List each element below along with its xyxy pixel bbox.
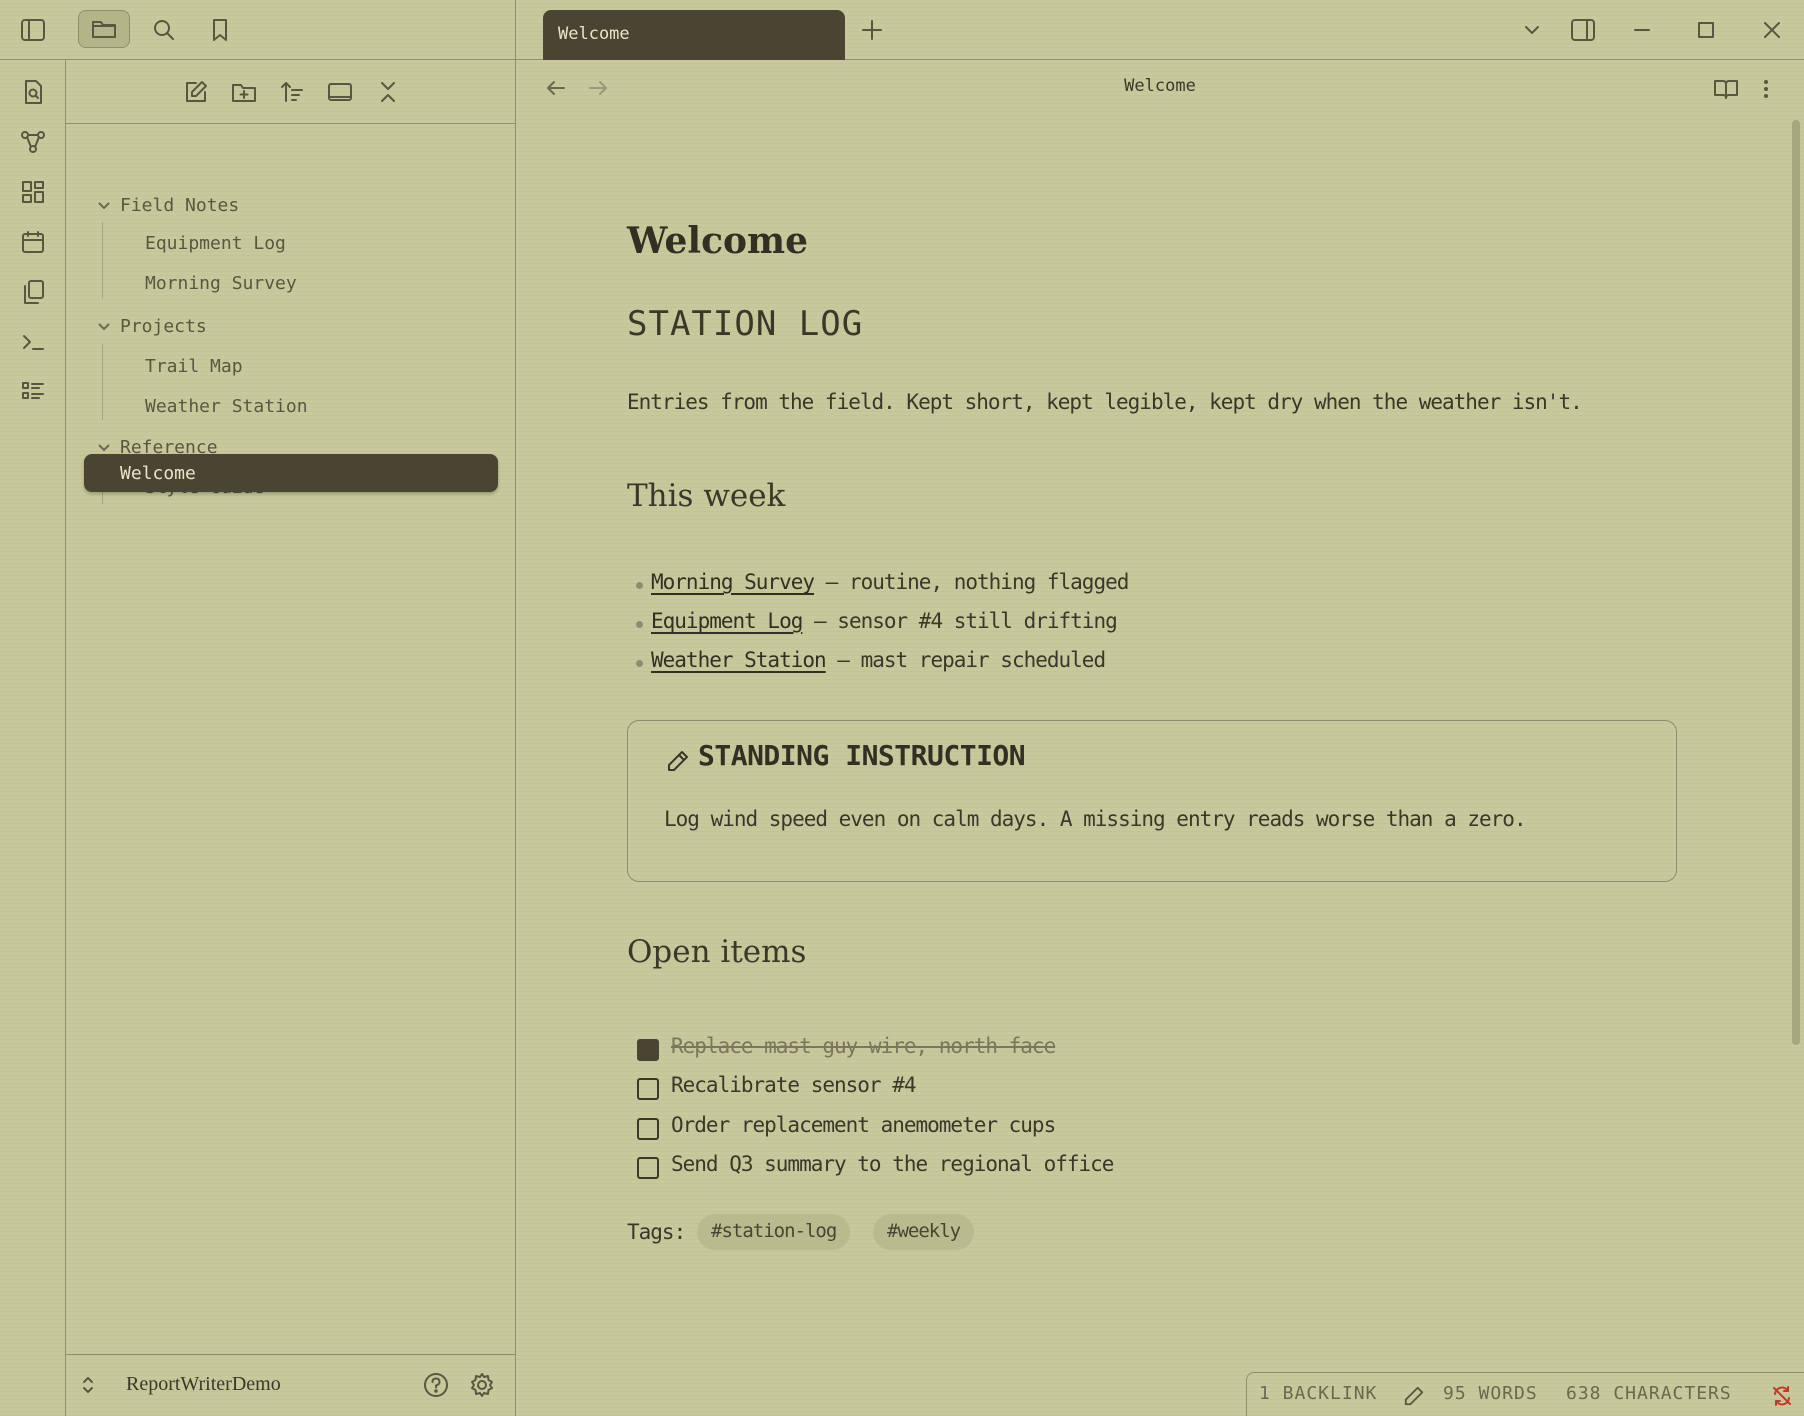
intro-paragraph: Entries from the field. Kept short, kept… xyxy=(627,390,1583,414)
folder-projects[interactable]: Projects xyxy=(98,307,207,345)
terminal-icon[interactable] xyxy=(17,326,49,358)
task-checkbox[interactable] xyxy=(637,1078,659,1100)
file-welcome[interactable]: Welcome xyxy=(84,454,498,492)
list-item: Morning Survey — routine, nothing flagge… xyxy=(636,570,1130,594)
file-label: Welcome xyxy=(120,462,196,484)
file-label: Morning Survey xyxy=(145,272,297,294)
view-header: Welcome xyxy=(516,60,1804,112)
collapse-all-icon[interactable] xyxy=(372,76,404,108)
task-checkbox[interactable] xyxy=(637,1157,659,1179)
character-count: 638 CHARACTERS xyxy=(1566,1383,1732,1404)
task-text: Order replacement anemometer cups xyxy=(671,1113,1056,1137)
list-item-text: — routine, nothing flagged xyxy=(814,570,1130,594)
tag-station-log[interactable]: #station-log xyxy=(697,1214,851,1250)
folder-label: Field Notes xyxy=(120,194,240,216)
bullet-dot xyxy=(636,621,643,628)
list-item-text: — mast repair scheduled xyxy=(825,648,1106,672)
callout-body: Log wind speed even on calm days. A miss… xyxy=(664,807,1527,831)
tag-weekly[interactable]: #weekly xyxy=(873,1214,975,1250)
files-tab-button[interactable] xyxy=(78,10,130,48)
file-weather-station[interactable]: Weather Station xyxy=(145,387,308,425)
file-explorer: Field Notes Equipment Log Morning Survey… xyxy=(66,60,516,1416)
note-title: Welcome xyxy=(627,220,809,262)
pencil-icon xyxy=(664,747,692,775)
file-equipment-log[interactable]: Equipment Log xyxy=(145,224,286,262)
toggle-sidebar-icon[interactable] xyxy=(16,14,50,46)
gear-icon[interactable] xyxy=(466,1369,498,1401)
task-checkbox[interactable] xyxy=(637,1118,659,1140)
tab-welcome[interactable]: Welcome xyxy=(543,10,845,60)
graph-view-icon[interactable] xyxy=(17,126,49,158)
new-folder-icon[interactable] xyxy=(228,76,260,108)
indent-guide xyxy=(102,222,103,298)
copy-files-icon[interactable] xyxy=(17,276,49,308)
tab-list-chevron-down-icon[interactable] xyxy=(1518,16,1546,44)
close-icon[interactable] xyxy=(1756,14,1788,46)
this-week-heading: This week xyxy=(627,478,786,514)
list-item: Weather Station — mast repair scheduled xyxy=(636,648,1106,672)
task-checkbox-checked[interactable] xyxy=(637,1039,659,1061)
canvas-icon[interactable] xyxy=(17,176,49,208)
chevron-down-icon xyxy=(98,323,110,331)
calendar-icon[interactable] xyxy=(17,226,49,258)
quick-switcher-icon[interactable] xyxy=(17,76,49,108)
tab-label: Welcome xyxy=(558,24,630,44)
indent-guide xyxy=(102,344,103,420)
vault-name[interactable]: ReportWriterDemo xyxy=(126,1373,281,1396)
left-ribbon xyxy=(0,60,66,1416)
search-icon[interactable] xyxy=(148,14,180,46)
sync-error-icon[interactable] xyxy=(1769,1383,1795,1409)
new-note-icon[interactable] xyxy=(180,76,212,108)
reading-view-book-icon[interactable] xyxy=(1710,74,1742,104)
task-text: Send Q3 summary to the regional office xyxy=(671,1152,1114,1176)
internal-link-equipment-log[interactable]: Equipment Log xyxy=(651,609,803,633)
file-trail-map[interactable]: Trail Map xyxy=(145,347,243,385)
task-text: Recalibrate sensor #4 xyxy=(671,1073,917,1097)
list-item: Equipment Log — sensor #4 still drifting xyxy=(636,609,1118,633)
vault-footer: ReportWriterDemo xyxy=(66,1354,516,1416)
open-items-heading: Open items xyxy=(627,934,807,970)
bullet-dot xyxy=(636,660,643,667)
file-label: Equipment Log xyxy=(145,232,286,254)
editor-pane: Welcome Welcome STATION LOG Entries from… xyxy=(516,60,1804,1416)
tags-row: Tags: #station-log #weekly xyxy=(627,1214,975,1250)
minimize-icon[interactable] xyxy=(1626,14,1658,46)
internal-link-weather-station[interactable]: Weather Station xyxy=(651,648,827,672)
status-bar: 1 BACKLINK 95 WORDS 638 CHARACTERS xyxy=(1246,1372,1804,1416)
bookmark-icon[interactable] xyxy=(204,14,236,46)
new-tab-icon[interactable] xyxy=(858,16,886,44)
list-item-text: — sensor #4 still drifting xyxy=(802,609,1118,633)
view-title: Welcome xyxy=(1124,76,1196,96)
maximize-icon[interactable] xyxy=(1690,14,1722,46)
toggle-right-sidebar-icon[interactable] xyxy=(1566,14,1600,46)
bullet-dot xyxy=(636,582,643,589)
edit-mode-pencil-icon[interactable] xyxy=(1401,1383,1427,1409)
sort-icon[interactable] xyxy=(276,76,308,108)
internal-link-morning-survey[interactable]: Morning Survey xyxy=(651,570,815,594)
task-text: Replace mast guy-wire, north face xyxy=(671,1034,1056,1058)
folder-icon xyxy=(92,21,116,38)
title-bar: Welcome xyxy=(0,0,1804,60)
file-morning-survey[interactable]: Morning Survey xyxy=(145,264,297,302)
scrollbar[interactable] xyxy=(1792,120,1800,1045)
chevron-down-icon xyxy=(98,202,110,210)
auto-reveal-icon[interactable] xyxy=(324,76,356,108)
callout-standing-instruction: STANDING INSTRUCTION Log wind speed even… xyxy=(627,720,1677,882)
callout-title: STANDING INSTRUCTION xyxy=(698,739,1026,772)
help-icon[interactable] xyxy=(420,1369,452,1401)
more-options-icon[interactable] xyxy=(1756,74,1776,104)
note-heading: STATION LOG xyxy=(627,304,864,344)
backlink-count[interactable]: 1 BACKLINK xyxy=(1259,1383,1377,1404)
vault-switcher-icon[interactable] xyxy=(78,1371,98,1399)
app-window: Welcome Field Notes Equipment Log Mornin… xyxy=(0,0,1804,1416)
outline-list-icon[interactable] xyxy=(17,376,49,408)
word-count: 95 WORDS xyxy=(1443,1383,1538,1404)
file-label: Trail Map xyxy=(145,355,243,377)
folder-label: Projects xyxy=(120,315,207,337)
file-explorer-toolbar xyxy=(66,60,516,124)
tags-label: Tags: xyxy=(627,1220,686,1244)
sidebar-header xyxy=(0,0,516,60)
file-label: Weather Station xyxy=(145,395,308,417)
folder-field-notes[interactable]: Field Notes xyxy=(98,186,240,224)
